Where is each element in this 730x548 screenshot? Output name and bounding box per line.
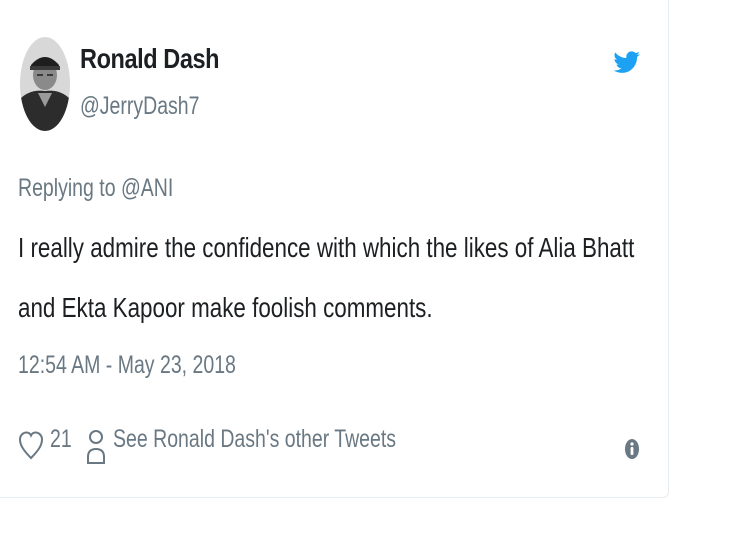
author-handle[interactable]: @JerryDash7 bbox=[80, 92, 199, 121]
replying-to: Replying to @ANI bbox=[18, 174, 173, 203]
embedded-tweet-card: Ronald Dash @JerryDash7 Replying to @ANI… bbox=[0, 0, 669, 498]
tweet-timestamp[interactable]: 12:54 AM - May 23, 2018 bbox=[18, 351, 236, 380]
person-icon[interactable] bbox=[86, 427, 106, 465]
avatar[interactable] bbox=[20, 37, 70, 131]
like-count[interactable]: 21 bbox=[50, 425, 72, 454]
heart-icon[interactable] bbox=[18, 429, 44, 461]
author-name[interactable]: Ronald Dash bbox=[80, 43, 220, 75]
info-icon[interactable] bbox=[624, 437, 640, 461]
see-other-tweets-link[interactable]: See Ronald Dash's other Tweets bbox=[113, 425, 396, 454]
replying-to-label: Replying to bbox=[18, 174, 121, 202]
tweet-text-line-2: and Ekta Kapoor make foolish comments. bbox=[18, 292, 433, 323]
twitter-bird-icon[interactable] bbox=[613, 46, 641, 82]
tweet-text-line-1: I really admire the confidence with whic… bbox=[18, 232, 635, 263]
replying-to-mention[interactable]: @ANI bbox=[121, 174, 173, 202]
